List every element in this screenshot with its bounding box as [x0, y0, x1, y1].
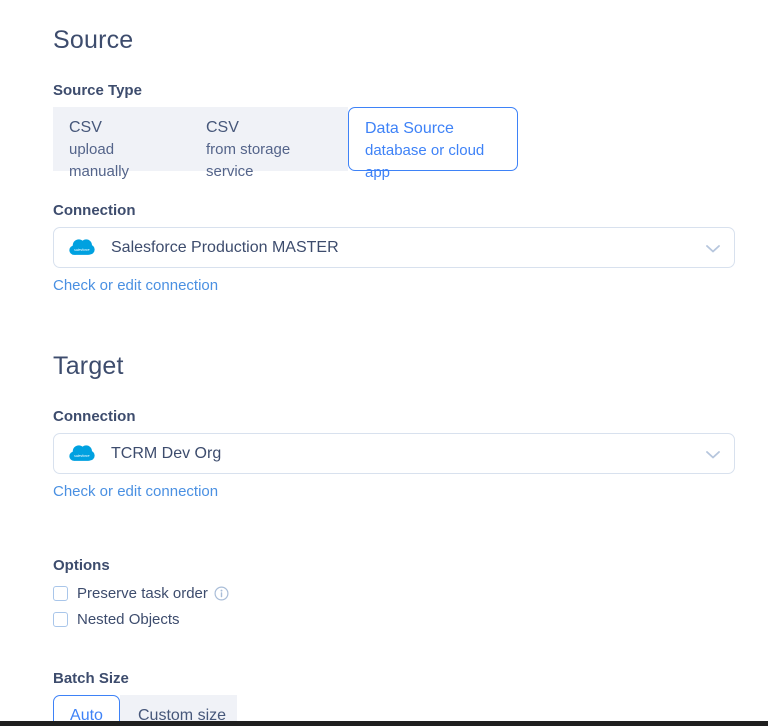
settings-page: Source Source Type CSV upload manually C… [0, 0, 768, 726]
option-title: CSV [206, 116, 332, 139]
source-type-label: Source Type [53, 82, 735, 99]
option-title: CSV [69, 116, 174, 139]
svg-text:salesforce: salesforce [74, 454, 89, 458]
nested-objects-checkbox[interactable] [53, 612, 68, 627]
source-connection-field: Connection salesforce Salesforce Product… [53, 202, 735, 295]
source-check-edit-connection-link[interactable]: Check or edit connection [53, 277, 218, 294]
target-section-title: Target [53, 352, 735, 381]
preserve-task-order-checkbox[interactable] [53, 586, 68, 601]
target-connection-value: TCRM Dev Org [111, 445, 221, 463]
option-subtitle: upload manually [69, 139, 174, 183]
nested-objects-row[interactable]: Nested Objects [53, 606, 735, 632]
source-connection-value: Salesforce Production MASTER [111, 239, 339, 257]
batch-size-field: Batch Size Auto Custom size [53, 670, 735, 726]
spacer [53, 295, 735, 352]
spacer [53, 501, 735, 557]
form-content: Source Source Type CSV upload manually C… [0, 0, 768, 726]
checkbox-label: Nested Objects [77, 611, 180, 628]
chevron-down-icon [706, 245, 720, 253]
target-connection-field: Connection salesforce TCRM Dev Org [53, 408, 735, 501]
source-type-segmented-control: CSV upload manually CSV from storage ser… [53, 107, 735, 171]
target-connection-label: Connection [53, 408, 735, 425]
salesforce-cloud-icon: salesforce [68, 238, 95, 257]
target-connection-select[interactable]: salesforce TCRM Dev Org [53, 433, 735, 474]
salesforce-cloud-icon: salesforce [68, 444, 95, 463]
info-icon[interactable] [214, 586, 229, 601]
source-type-option-csv-storage[interactable]: CSV from storage service [190, 107, 348, 171]
source-type-option-data-source[interactable]: Data Source database or cloud app [348, 107, 518, 171]
source-section-title: Source [53, 26, 735, 55]
source-connection-label: Connection [53, 202, 735, 219]
batch-size-label: Batch Size [53, 670, 735, 687]
options-label: Options [53, 557, 735, 574]
option-title: Data Source [365, 117, 501, 140]
option-subtitle: from storage service [206, 139, 332, 183]
svg-text:salesforce: salesforce [74, 248, 89, 252]
source-type-option-csv-upload[interactable]: CSV upload manually [53, 107, 190, 171]
checkbox-label: Preserve task order [77, 585, 208, 602]
chevron-down-icon [706, 451, 720, 459]
preserve-task-order-row[interactable]: Preserve task order [53, 580, 735, 606]
window-bottom-edge [0, 721, 768, 726]
target-check-edit-connection-link[interactable]: Check or edit connection [53, 483, 218, 500]
source-connection-select[interactable]: salesforce Salesforce Production MASTER [53, 227, 735, 268]
option-subtitle: database or cloud app [365, 140, 501, 184]
